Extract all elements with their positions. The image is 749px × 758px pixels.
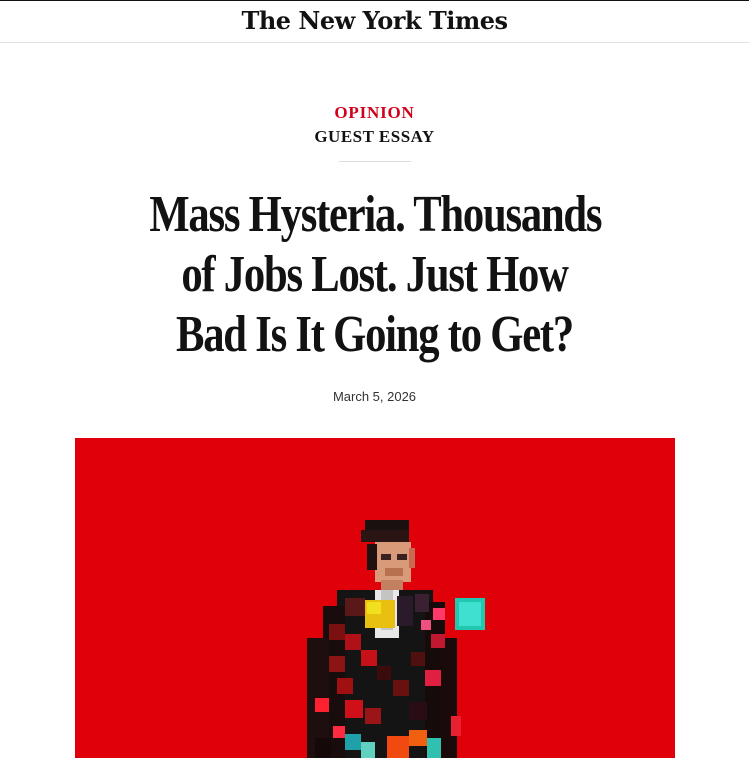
nyt-logo[interactable]: The New York Times (242, 6, 509, 35)
headline: Mass Hysteria. Thousands of Jobs Lost. J… (149, 185, 602, 365)
divider (339, 161, 411, 162)
headline-line: Mass Hysteria. Thousands (149, 186, 602, 243)
section-kicker[interactable]: OPINION (0, 103, 749, 123)
headline-line: of Jobs Lost. Just How (181, 246, 569, 303)
pixelated-figure-illustration (307, 520, 485, 758)
masthead: The New York Times (0, 0, 749, 43)
figure-head (361, 520, 415, 590)
article-label: GUEST ESSAY (314, 127, 435, 146)
publish-date: March 5, 2026 (332, 389, 417, 404)
headline-line: Bad Is It Going to Get? (176, 306, 574, 363)
hero-image (75, 438, 675, 758)
